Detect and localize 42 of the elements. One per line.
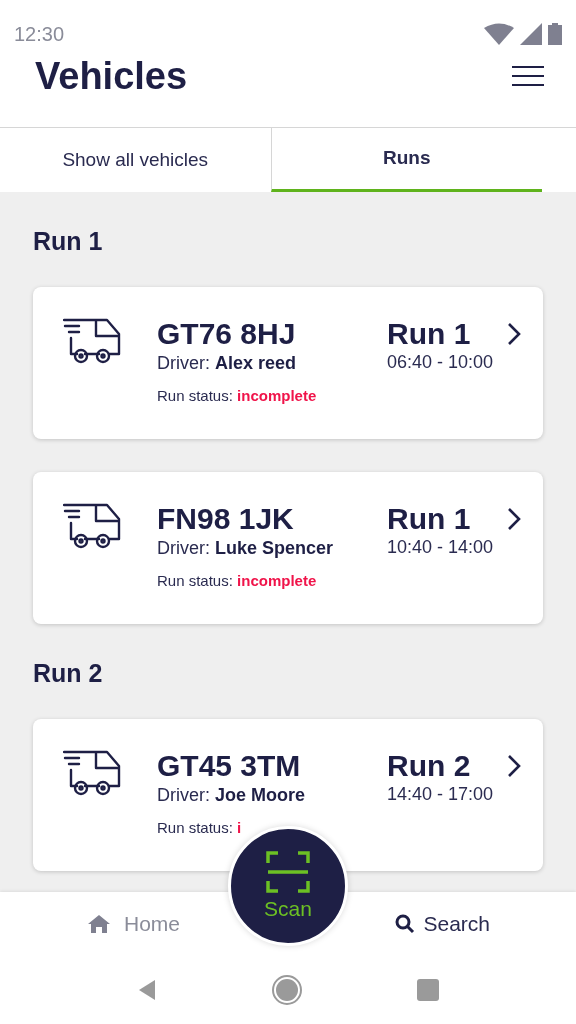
status-time: 12:30 <box>14 22 65 47</box>
chevron-right-icon <box>507 322 521 346</box>
run-status: incomplete <box>237 387 317 404</box>
battery-icon <box>548 23 562 45</box>
page-title: Vehicles <box>35 53 188 99</box>
home-icon <box>88 914 110 933</box>
status-label: Run status: <box>157 387 233 404</box>
driver-name: Luke Spencer <box>215 538 334 558</box>
driver-label: Driver: <box>157 353 210 373</box>
plate-number: GT76 8HJ <box>157 317 297 351</box>
driver-name: Alex reed <box>215 353 297 373</box>
menu-icon[interactable] <box>512 66 544 86</box>
back-icon[interactable] <box>137 978 157 1001</box>
chevron-right-icon <box>507 507 521 531</box>
home-circle-icon[interactable] <box>271 973 303 1006</box>
run-time: 10:40 - 14:00 <box>387 536 495 558</box>
run-name: Run 1 <box>387 502 472 536</box>
search-icon <box>395 913 416 934</box>
wifi-icon <box>484 23 514 45</box>
signal-icon <box>520 23 542 45</box>
run-name: Run 2 <box>387 749 472 783</box>
driver-label: Driver: <box>157 538 210 558</box>
section-heading: Run 1 <box>33 226 104 256</box>
tab[interactable]: Show all vehicles <box>0 128 271 192</box>
driver-label: Driver: <box>157 785 210 805</box>
plate-number: GT45 3TM <box>157 749 302 783</box>
vehicle-card[interactable]: GT76 8HJ Driver: Alex reed Run status: incomplete Run 1 06:40 - 10:00 <box>33 287 543 439</box>
run-time: 14:40 - 17:00 <box>387 783 495 805</box>
tab[interactable]: Runs <box>270 128 542 192</box>
vehicle-card[interactable]: FN98 1JK Driver: Luke Spencer Run status: incomplete Run 1 10:40 - 14:00 <box>33 472 543 624</box>
driver-name: Joe Moore <box>215 785 306 805</box>
status-label: Run status: <box>157 572 233 589</box>
vehicle-card[interactable]: GT45 3TM Driver: Joe Moore Run status: i Run 2 14:40 - 17:00 <box>33 719 543 871</box>
run-name: Run 1 <box>387 317 472 351</box>
section-heading: Run 2 <box>33 658 104 688</box>
chevron-right-icon <box>507 754 521 778</box>
search-tab[interactable]: Search <box>395 907 490 940</box>
recents-icon[interactable] <box>417 978 439 1001</box>
scan-icon <box>266 851 310 894</box>
run-time: 06:40 - 10:00 <box>387 351 495 373</box>
run-status: incomplete <box>237 572 317 589</box>
plate-number: FN98 1JK <box>157 502 295 536</box>
